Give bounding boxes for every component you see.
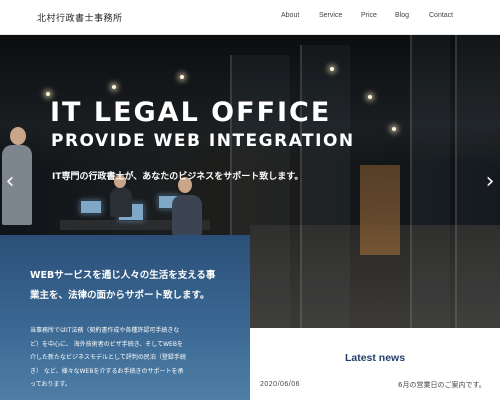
monitor (80, 200, 102, 214)
intro-body-line: き） など、様々なWEBを介するお手続きのサポートを承 (30, 367, 184, 375)
chevron-left-icon[interactable]: ‹ (3, 170, 17, 194)
ceiling-light (368, 95, 372, 99)
corridor-end (360, 165, 400, 255)
nav-item-blog[interactable]: Blog (395, 12, 409, 19)
chevron-right-icon[interactable]: › (483, 170, 497, 194)
intro-heading: WEBサービスを通じ人々の生活を支える事 業主を、法律の面からサポート致します。 (30, 266, 230, 306)
news-item-link[interactable]: 6月の営業日のご案内です。 (398, 380, 486, 390)
ceiling-light (180, 75, 184, 79)
site-header: 北村行政書士事務所 About Service Price Blog Conta… (0, 0, 500, 35)
hero-subtitle: PROVIDE WEB INTEGRATION (51, 131, 355, 151)
ceiling-light (392, 127, 396, 131)
intro-body-line: っております。 (30, 381, 71, 388)
ceiling-light (112, 85, 116, 89)
main-nav: About Service Price Blog Contact (0, 12, 500, 24)
person (110, 187, 132, 217)
hero-title: IT LEGAL OFFICE (50, 97, 332, 128)
news-date: 2020/06/06 (260, 381, 301, 388)
person-head (10, 127, 26, 145)
glass-wall (300, 45, 350, 345)
nav-item-contact[interactable]: Contact (429, 12, 453, 19)
nav-item-price[interactable]: Price (361, 12, 377, 19)
intro-body: 当事務所ではIT法務（契約書作成や各種許認可手続きな ど）を中心に、 海外技術者… (30, 324, 225, 392)
intro-body-line: 介した新たなビジネスモデルとして評判の民泊（登録手続 (30, 354, 186, 361)
intro-panel: WEBサービスを通じ人々の生活を支える事 業主を、法律の面からサポート致します。… (0, 235, 250, 400)
glass-wall (410, 35, 450, 365)
ceiling-light (46, 92, 50, 96)
intro-heading-line: WEBサービスを通じ人々の生活を支える事 (30, 270, 216, 281)
news-title: Latest news (344, 352, 406, 364)
intro-heading-line: 業主を、法律の面からサポート致します。 (30, 290, 210, 301)
nav-item-service[interactable]: Service (319, 12, 342, 19)
intro-body-line: 当事務所ではIT法務（契約書作成や各種許認可手続きな (30, 327, 180, 334)
intro-body-line: ど）を中心に、 海外技術者のビザ手続き、そしてWEBを (30, 340, 183, 348)
nav-item-about[interactable]: About (281, 12, 299, 19)
glass-wall (455, 35, 500, 375)
person (172, 195, 202, 235)
latest-news-section: Latest news 2020/06/06 6月の営業日のご案内です。 (250, 328, 500, 400)
ceiling-light (330, 67, 334, 71)
hero-tagline: IT専門の行政書士が、あなたのビジネスをサポート致します。 (52, 172, 304, 182)
